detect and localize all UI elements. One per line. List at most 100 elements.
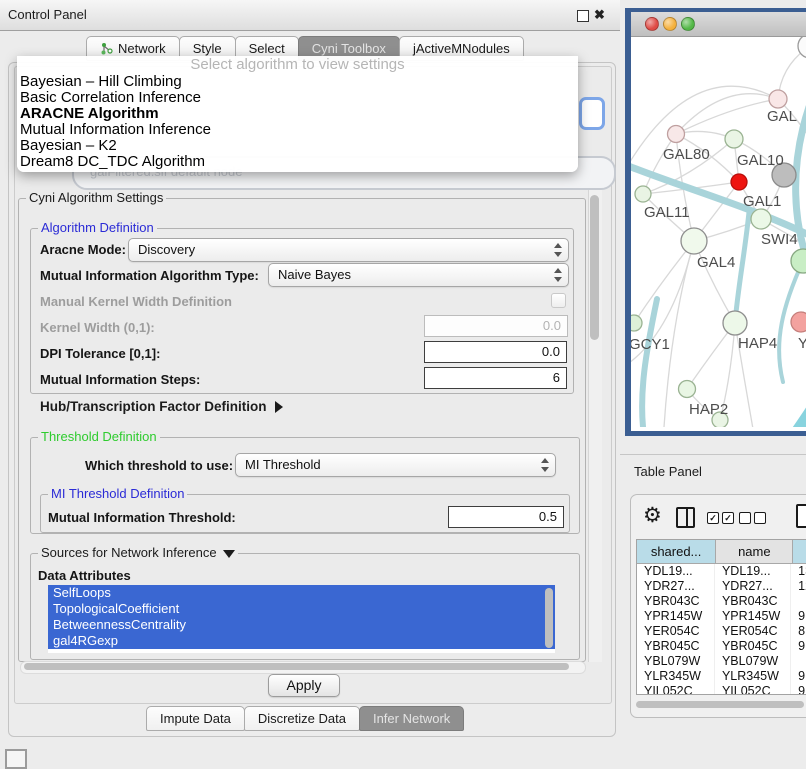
table-row[interactable]: YBL079WYBL079W [637, 654, 806, 669]
table-row[interactable]: YER054CYER054C8. [637, 624, 806, 639]
network-node-swi4[interactable] [751, 209, 771, 229]
mi-steps-field[interactable]: 6 [424, 367, 567, 389]
table-row[interactable]: YLR345WYLR345W9. [637, 669, 806, 684]
table-cell[interactable]: YBR043C [715, 594, 791, 609]
apply-button[interactable]: Apply [268, 674, 340, 697]
sources-title[interactable]: Sources for Network Inference [38, 546, 238, 560]
table-cell[interactable]: YER054C [637, 624, 715, 639]
table-cell[interactable]: 13 [791, 564, 806, 579]
table-cell[interactable]: 9. [791, 609, 806, 624]
network-node-hap4[interactable] [723, 311, 747, 335]
network-node-y[interactable] [791, 312, 806, 332]
table-cell[interactable]: YBR043C [637, 594, 715, 609]
table-cell[interactable]: YLR345W [637, 669, 715, 684]
table-hscrollbar-thumb[interactable] [636, 701, 804, 708]
unchecked-checkbox-icon[interactable] [739, 512, 751, 524]
table-row[interactable]: YDL19...YDL19...13 [637, 564, 806, 579]
table-cell[interactable]: YPR145W [715, 609, 791, 624]
zoom-button[interactable] [681, 17, 695, 31]
tab-discretize-data[interactable]: Discretize Data [244, 706, 360, 731]
table-row[interactable]: YPR145WYPR145W9. [637, 609, 806, 624]
table-row[interactable]: YIL052CYIL052C9. [637, 684, 806, 694]
network-edge-highlighted[interactable] [779, 385, 806, 427]
minimize-button[interactable] [663, 17, 677, 31]
attribute-item-topologicalcoefficient[interactable]: TopologicalCoefficient [48, 601, 555, 617]
network-window-titlebar[interactable] [631, 12, 806, 37]
gear-icon[interactable]: ⚙ [643, 503, 662, 528]
table-cell[interactable]: YIL052C [715, 684, 791, 694]
checked-checkbox-icon[interactable]: ✓ [707, 512, 719, 524]
table-row[interactable]: YBR043CYBR043C [637, 594, 806, 609]
algorithm-option-dream8-dc-tdc-algorithm[interactable]: Dream8 DC_TDC Algorithm [17, 154, 578, 170]
column-header-name[interactable]: name [716, 540, 793, 563]
table-cell[interactable]: YDL19... [715, 564, 791, 579]
settings-hscrollbar-thumb[interactable] [24, 663, 569, 670]
tab-impute-data[interactable]: Impute Data [146, 706, 245, 731]
settings-vscrollbar-thumb[interactable] [590, 195, 599, 340]
network-node-gal4[interactable] [681, 228, 707, 254]
manual-kernel-width-checkbox[interactable] [551, 293, 566, 308]
split-column-icon[interactable] [676, 507, 695, 528]
table-row[interactable]: YDR27...YDR27...12 [637, 579, 806, 594]
network-node-gal[interactable] [769, 90, 787, 108]
table-cell[interactable]: 8. [791, 624, 806, 639]
attribute-item-betweennesscentrality[interactable]: BetweennessCentrality [48, 617, 555, 633]
kernel-width-field[interactable]: 0.0 [424, 315, 568, 337]
document-icon[interactable] [796, 504, 806, 528]
aracne-mode-combo[interactable]: Discovery [128, 238, 569, 262]
attribute-item-gal4rgexp[interactable]: gal4RGexp [48, 633, 555, 649]
table-cell[interactable] [791, 594, 806, 609]
algorithm-option-aracne-algorithm[interactable]: ARACNE Algorithm [17, 106, 578, 122]
table-cell[interactable]: 9. [791, 684, 806, 694]
table-cell[interactable]: YDR27... [715, 579, 791, 594]
list-scrollbar-thumb[interactable] [545, 588, 553, 648]
attribute-item-selfloops[interactable]: SelfLoops [48, 585, 555, 601]
algorithm-option-mutual-information-inference[interactable]: Mutual Information Inference [17, 122, 578, 138]
network-node-gal11[interactable] [635, 186, 651, 202]
column-header-a[interactable]: A [793, 540, 806, 563]
tab-infer-network[interactable]: Infer Network [359, 706, 464, 731]
algorithm-option-bayesian-hill-climbing[interactable]: Bayesian – Hill Climbing [17, 74, 578, 90]
network-node-gal80[interactable] [668, 126, 685, 143]
table-cell[interactable] [791, 654, 806, 669]
network-edge-highlighted[interactable] [642, 299, 657, 427]
table-cell[interactable]: YLR345W [715, 669, 791, 684]
table-cell[interactable]: YPR145W [637, 609, 715, 624]
table-cell[interactable]: YBL079W [715, 654, 791, 669]
table-cell[interactable]: 12 [791, 579, 806, 594]
checked-checkbox-icon[interactable]: ✓ [722, 512, 734, 524]
table-row[interactable]: YBR045CYBR045C9. [637, 639, 806, 654]
minimized-panel-icon[interactable] [5, 749, 27, 769]
table-cell[interactable]: 9. [791, 639, 806, 654]
network-node-hap2[interactable] [679, 381, 696, 398]
mi-threshold-field[interactable]: 0.5 [448, 506, 564, 528]
network-edge[interactable] [664, 241, 694, 427]
network-edge[interactable] [634, 241, 694, 323]
network-canvas[interactable]: GALGAL80GAL10GAL1SWI4GAL11GAL4GCY1HAP4YH… [631, 37, 806, 427]
close-icon[interactable]: ✖ [594, 7, 605, 23]
network-node-gal10[interactable] [725, 130, 743, 148]
column-header-shared[interactable]: shared... [637, 540, 716, 563]
table-cell[interactable]: 9. [791, 669, 806, 684]
algorithm-option-bayesian-k2[interactable]: Bayesian – K2 [17, 138, 578, 154]
network-edge[interactable] [676, 99, 778, 134]
network-node-gcy1[interactable] [631, 315, 642, 331]
network-edge[interactable] [676, 94, 778, 134]
table-cell[interactable]: YBL079W [637, 654, 715, 669]
table-cell[interactable]: YBR045C [637, 639, 715, 654]
dpi-tolerance-field[interactable]: 0.0 [424, 341, 567, 363]
unchecked-checkbox-icon[interactable] [754, 512, 766, 524]
close-button[interactable] [645, 17, 659, 31]
table-cell[interactable]: YER054C [715, 624, 791, 639]
algorithm-option-basic-correlation-inference[interactable]: Basic Correlation Inference [17, 90, 578, 106]
network-node[interactable] [791, 249, 806, 273]
table-cell[interactable]: YDR27... [637, 579, 715, 594]
network-node-gal1[interactable] [731, 174, 747, 190]
hub-definition-toggle[interactable]: Hub/Transcription Factor Definition [40, 399, 283, 414]
table-cell[interactable]: YDL19... [637, 564, 715, 579]
table-cell[interactable]: YBR045C [715, 639, 791, 654]
table-cell[interactable]: YIL052C [637, 684, 715, 694]
which-threshold-combo[interactable]: MI Threshold [235, 453, 556, 477]
mi-algorithm-type-combo[interactable]: Naive Bayes [268, 263, 569, 287]
float-window-icon[interactable] [577, 10, 589, 22]
